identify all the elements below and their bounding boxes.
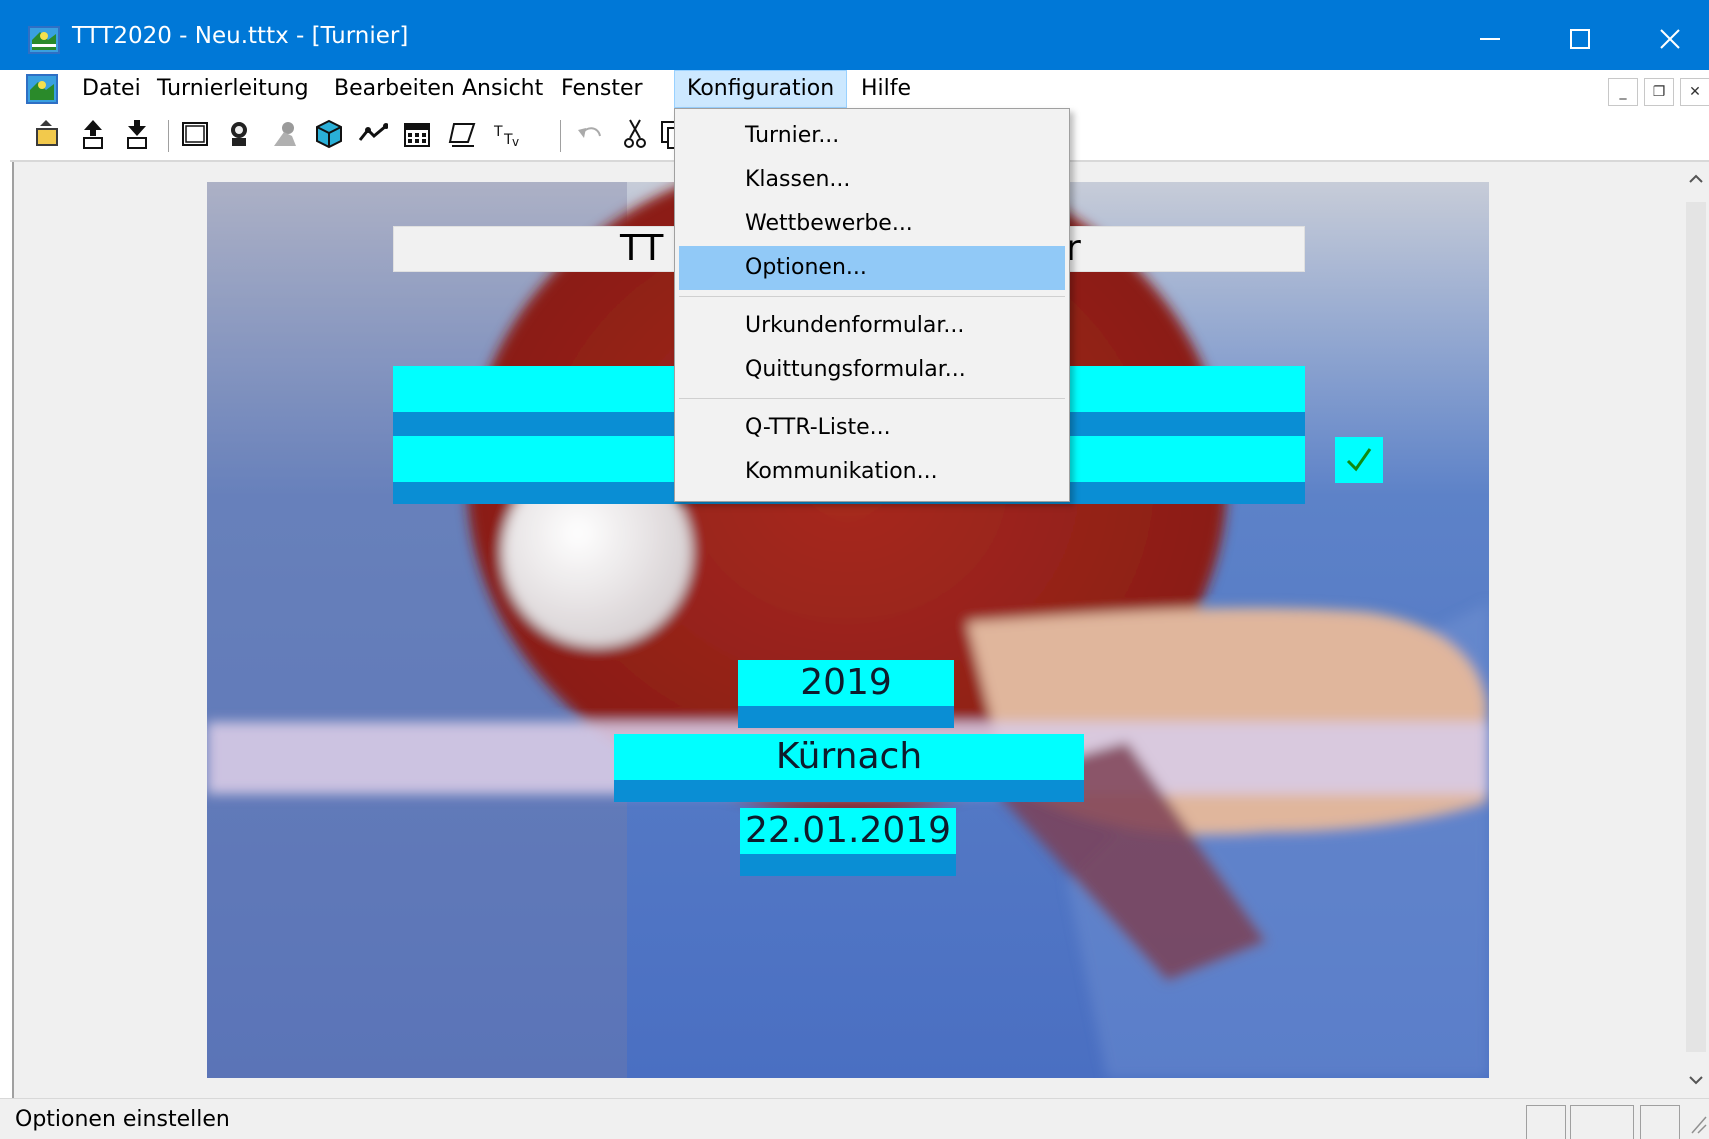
status-panel-1 [1526,1105,1566,1139]
document-icon[interactable] [26,74,58,104]
menu-item-urkundenformular[interactable]: Urkundenformular... [679,304,1065,348]
confirm-checkbox[interactable] [1335,437,1383,483]
window-icon[interactable] [180,118,210,150]
svg-text:T: T [493,124,503,140]
menu-bar: Datei Turnierleitung Bearbeiten Ansicht … [10,70,1709,111]
menu-turnierleitung[interactable]: Turnierleitung [145,70,321,108]
year-field[interactable]: 2019 [738,660,954,706]
date-field-shadow [740,854,956,876]
toolbar-separator [560,120,561,152]
text-icon[interactable]: TTv [492,118,522,150]
player-icon[interactable] [224,118,254,150]
open-icon[interactable] [32,118,62,150]
menu-hilfe[interactable]: Hilfe [849,70,923,108]
scroll-thumb[interactable] [1686,202,1706,1052]
close-icon [1660,29,1680,49]
maximize-icon [1570,29,1590,49]
location-field-shadow [614,780,1084,802]
menu-bearbeiten[interactable]: Bearbeiten [322,70,467,108]
menu-item-klassen[interactable]: Klassen... [679,158,1065,202]
menu-separator [679,296,1065,297]
menu-datei[interactable]: Datei [70,70,153,108]
import-icon[interactable] [78,118,108,150]
scroll-down-button[interactable] [1682,1067,1709,1093]
menu-item-optionen[interactable]: Optionen... [679,246,1065,290]
menu-item-wettbewerbe[interactable]: Wettbewerbe... [679,202,1065,246]
check-icon [1346,448,1372,472]
status-text: Optionen einstellen [15,1107,230,1132]
menu-ansicht[interactable]: Ansicht [450,70,555,108]
maximize-button[interactable] [1532,8,1628,70]
mdi-close-button[interactable]: ✕ [1680,78,1709,106]
status-bar: Optionen einstellen [0,1098,1709,1139]
chevron-up-icon [1688,174,1703,183]
menu-konfiguration[interactable]: Konfiguration [674,70,848,108]
vertical-scrollbar[interactable] [1682,162,1709,1098]
chevron-down-icon [1688,1076,1703,1085]
status-panel-2 [1570,1105,1634,1139]
title-bar[interactable]: TTT2020 - Neu.tttx - [Turnier] [0,0,1709,70]
mdi-restore-button[interactable]: ❐ [1644,78,1674,106]
tournament-title-text-left: TT [620,228,664,269]
export-icon[interactable] [122,118,152,150]
minimize-button[interactable] [1442,8,1538,70]
cut-icon[interactable] [620,118,650,150]
year-field-shadow [738,706,954,728]
app-icon[interactable] [28,26,60,54]
date-field[interactable]: 22.01.2019 [740,808,956,854]
menu-item-quittungsformular[interactable]: Quittungsformular... [679,348,1065,392]
menu-item-turnier[interactable]: Turnier... [679,114,1065,158]
menu-separator [679,398,1065,399]
mdi-minimize-button[interactable]: _ [1608,78,1638,106]
cube-icon[interactable] [314,118,344,150]
toolbar-separator [168,120,169,152]
referee-icon[interactable] [270,118,300,150]
minimize-icon [1480,38,1500,40]
menu-item-kommunikation[interactable]: Kommunikation... [679,450,1065,494]
konfiguration-dropdown-menu: Turnier... Klassen... Wettbewerbe... Opt… [674,108,1070,502]
calendar-icon[interactable] [402,118,432,150]
menu-fenster[interactable]: Fenster [549,70,655,108]
close-button[interactable] [1622,8,1709,70]
mdi-controls: _ ❐ ✕ [1608,78,1709,108]
resize-grip-icon[interactable] [1688,1113,1708,1135]
tree-icon[interactable] [358,118,388,150]
svg-text:v: v [512,135,519,149]
location-field[interactable]: Kürnach [614,734,1084,780]
undo-icon[interactable] [576,118,606,150]
erase-icon[interactable] [448,118,478,150]
scroll-up-button[interactable] [1682,166,1709,192]
menu-item-q-ttr-liste[interactable]: Q-TTR-Liste... [679,406,1065,450]
status-panel-3 [1640,1105,1680,1139]
window-title: TTT2020 - Neu.tttx - [Turnier] [72,23,409,49]
